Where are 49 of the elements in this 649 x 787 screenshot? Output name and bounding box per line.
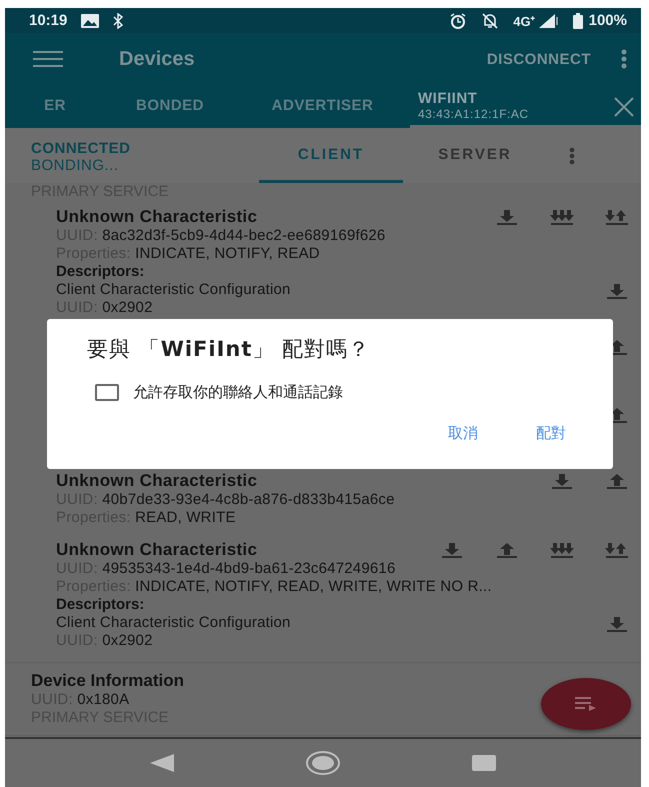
action-button[interactable] <box>541 678 631 730</box>
playlist-icon <box>575 697 597 711</box>
download-icon[interactable] <box>550 473 574 489</box>
alarm-icon <box>449 12 468 30</box>
tab[interactable]: BONDED <box>105 85 235 128</box>
tab[interactable]: SERVER <box>403 128 547 183</box>
down-up-arrows-icon[interactable] <box>605 209 629 225</box>
image-icon <box>81 14 100 28</box>
tab[interactable]: ADVERTISER <box>235 85 410 128</box>
bluetooth-icon <box>113 12 124 28</box>
triple-down-arrows-icon[interactable] <box>550 209 574 225</box>
download-icon[interactable] <box>495 209 519 225</box>
download-icon[interactable] <box>605 616 629 632</box>
tab[interactable]: CLIENT <box>259 128 403 183</box>
app-title: Devices <box>119 48 195 70</box>
triple-down-arrows-icon[interactable] <box>550 542 574 558</box>
battery-icon <box>572 12 583 28</box>
battery-text: 100% <box>588 12 627 29</box>
close-icon[interactable] <box>613 96 635 118</box>
descriptor-name: Client Characteristic Configuration <box>56 281 291 299</box>
download-icon[interactable] <box>605 283 629 299</box>
characteristic-name: Unknown Characteristic <box>56 207 258 227</box>
characteristic-name: Unknown Characteristic <box>56 471 258 491</box>
disconnect-button[interactable]: DISCONNECT <box>486 50 591 68</box>
network-text: 4G⁺ <box>513 12 535 30</box>
cancel-button[interactable]: 取消 <box>448 424 478 443</box>
clock-text: 10:19 <box>29 12 68 29</box>
muted-bell-icon <box>481 12 500 30</box>
more-icon[interactable] <box>569 146 575 164</box>
bond-state: BONDING... <box>31 157 120 174</box>
back-icon[interactable] <box>150 754 174 772</box>
descriptors-heading: Descriptors: <box>56 263 144 281</box>
signal-icon <box>538 14 559 28</box>
recents-icon[interactable] <box>472 755 496 771</box>
pair-button[interactable]: 配對 <box>536 424 566 443</box>
menu-icon[interactable] <box>33 51 63 67</box>
dialog-title: 要與 「WiFiInt」 配對嗎？ <box>87 336 372 363</box>
descriptors-heading: Descriptors: <box>56 596 144 614</box>
down-up-arrows-icon[interactable] <box>605 542 629 558</box>
checkbox-label: 允許存取你的聯絡人和通話記錄 <box>133 383 343 402</box>
service-name: Device Information <box>31 671 184 691</box>
checkbox[interactable] <box>95 384 119 401</box>
characteristic-name: Unknown Characteristic <box>56 540 258 560</box>
download-icon[interactable] <box>440 542 464 558</box>
home-icon[interactable] <box>304 750 341 776</box>
more-icon[interactable] <box>621 49 627 69</box>
tab[interactable]: ER <box>5 85 105 128</box>
connection-state: CONNECTED <box>31 140 132 157</box>
descriptor-name: Client Characteristic Configuration <box>56 614 291 632</box>
